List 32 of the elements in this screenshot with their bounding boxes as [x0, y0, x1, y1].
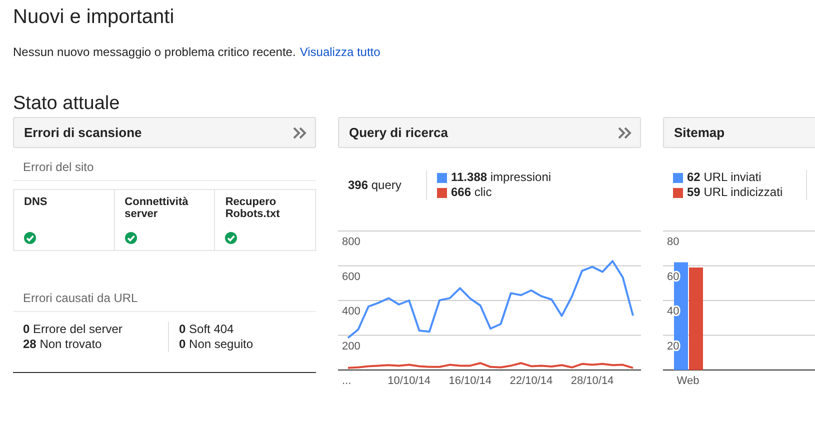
view-all-link[interactable]: Visualizza tutto	[300, 45, 380, 59]
subheading: Errori del sito	[23, 160, 94, 174]
axis-label: 22/10/14	[510, 375, 553, 387]
legend-label: 59 URL indicizzati	[687, 185, 783, 200]
axis-label: 16/10/14	[448, 375, 492, 387]
page-title: Nuovi e importanti	[13, 5, 176, 30]
query-count: 396 query	[347, 178, 402, 192]
panel-header[interactable]: Query di ricerca	[338, 117, 641, 148]
error-count: 28 Non trovato	[23, 337, 103, 352]
axis-label: 80	[667, 236, 680, 248]
axis-label: 600	[342, 270, 360, 283]
axis-label: 800	[342, 236, 360, 248]
section-title: Stato attuale	[13, 93, 121, 116]
error-count: 0 Soft 404	[179, 322, 235, 337]
panel-header[interactable]: Sitemap	[663, 117, 815, 148]
axis-label: Web	[676, 375, 700, 387]
legend-label: 62 URL inviati	[687, 170, 762, 185]
error-count: 0 Errore del server	[23, 322, 124, 337]
axis-label: ...	[342, 375, 352, 387]
axis-label: 400	[342, 306, 360, 318]
axis-label: 200	[342, 340, 360, 352]
panel-header[interactable]: Errori di scansione	[13, 117, 316, 148]
subheading: Errori causati da URL	[23, 291, 138, 305]
check-label: Recupero Robots.txt	[225, 196, 281, 220]
axis-label: 10/10/14	[388, 375, 430, 387]
legend-label: 666 clic	[451, 185, 492, 200]
error-count: 0 Non seguito	[179, 337, 254, 352]
notice-text: Nessun nuovo messaggio o problema critico recente.	[13, 45, 296, 59]
check-label: DNS	[24, 196, 48, 208]
legend-label: 11.388 impressioni	[451, 170, 552, 185]
axis-label: 28/10/14	[570, 375, 614, 387]
check-label: Connettività server	[124, 196, 190, 220]
